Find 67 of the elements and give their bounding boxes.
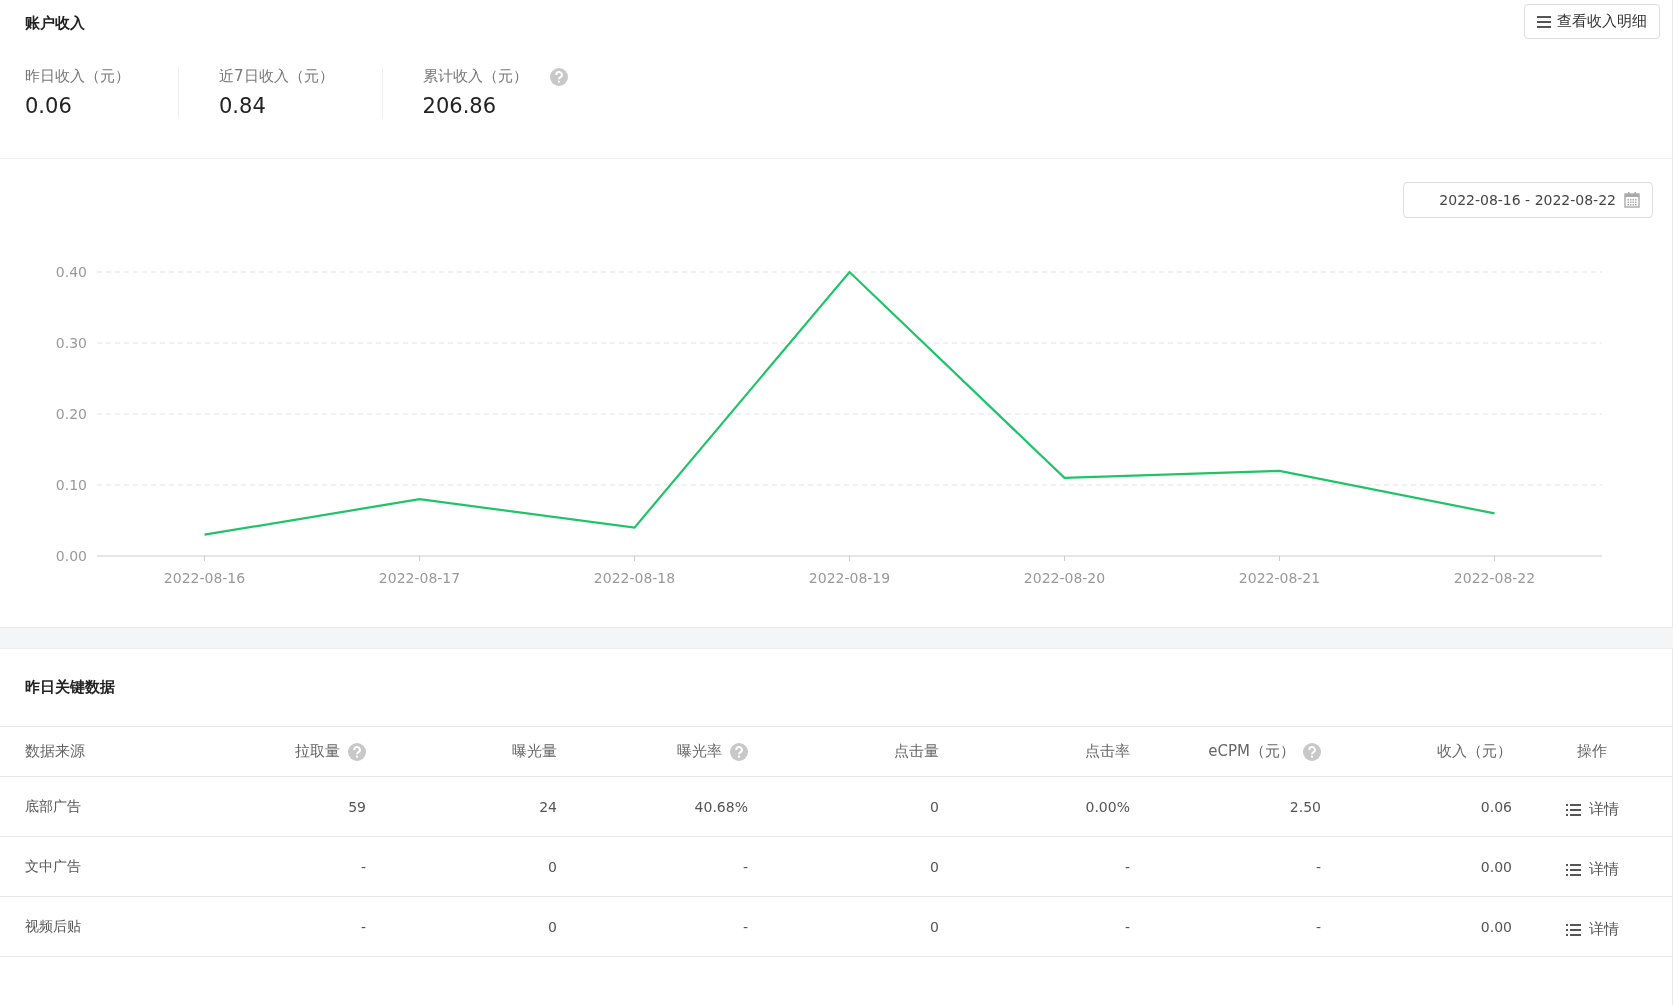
table-cell: - [1124,858,1130,875]
table-cell: 0.00 [1480,858,1512,875]
table-cell: 0.00% [1085,798,1130,815]
table-cell: 40.68% [694,798,748,815]
table-cell: - [360,918,366,935]
table-cell: - [1315,858,1321,875]
column-header: 点击量 [894,742,939,761]
y-axis-label: 0.00 [55,548,87,564]
x-axis-label: 2022-08-21 [1238,570,1321,586]
y-axis-label: 0.20 [55,406,87,422]
table-cell: 文中广告 [25,857,81,876]
table-cell: 视频后贴 [25,917,81,936]
detail-link[interactable]: 详情 [1565,860,1619,879]
table-cell: 0.06 [1480,798,1512,815]
list-icon [1565,923,1581,936]
table-cell: - [1315,918,1321,935]
list-icon [1565,863,1581,876]
column-header: 拉取量 [295,742,340,761]
stat-label: 昨日收入（元） [25,67,130,86]
table-cell: 0.00 [1480,918,1512,935]
x-axis-label: 2022-08-17 [378,570,461,586]
y-axis-label: 0.30 [55,335,87,351]
help-icon[interactable] [1303,742,1321,761]
date-range-picker[interactable]: 2022-08-16 - 2022-08-22 [1403,182,1653,218]
list-icon [1565,803,1581,816]
detail-link[interactable]: 详情 [1565,800,1619,819]
table-cell: - [742,858,748,875]
table-cell: - [1124,918,1130,935]
x-axis-label: 2022-08-18 [593,570,676,586]
detail-link[interactable]: 详情 [1565,920,1619,939]
column-header: 数据来源 [25,742,85,761]
stat-value: 0.84 [219,94,267,118]
section-title: 账户收入 [25,14,85,33]
table-cell: 0 [548,918,557,935]
income-detail-button[interactable]: 查看收入明细 [1524,4,1660,39]
column-header: 点击率 [1085,742,1130,761]
table-cell: 0 [930,798,939,815]
table-cell: - [742,918,748,935]
calendar-icon [1624,192,1640,208]
table-cell: - [360,858,366,875]
help-icon[interactable] [549,67,568,86]
x-axis-label: 2022-08-20 [1023,570,1106,586]
table-cell: 0 [930,918,939,935]
column-header: 曝光量 [512,742,557,761]
y-axis-label: 0.10 [55,477,87,493]
stat-value: 0.06 [25,94,73,118]
help-icon[interactable] [730,742,748,761]
stat-value: 206.86 [422,94,498,118]
menu-icon [1537,15,1551,28]
table-cell: 59 [348,798,366,815]
table-cell: 2.50 [1289,798,1321,815]
table-cell: 0 [548,858,557,875]
column-header: 曝光率 [677,742,722,761]
column-header: 操作 [1577,742,1607,761]
x-axis-label: 2022-08-19 [808,570,891,586]
table-cell: 24 [539,798,557,815]
table-cell: 底部广告 [25,797,81,816]
table-cell: 0 [930,858,939,875]
x-axis-label: 2022-08-16 [163,570,246,586]
column-header: 收入（元） [1437,742,1512,761]
stat-label: 近7日收入（元） [219,67,334,86]
x-axis-label: 2022-08-22 [1453,570,1536,586]
help-icon[interactable] [348,742,366,761]
y-axis-label: 0.40 [55,264,87,280]
stat-label: 累计收入（元） [422,67,528,86]
section-title: 昨日关键数据 [25,678,115,696]
column-header: eCPM（元） [1208,742,1295,761]
